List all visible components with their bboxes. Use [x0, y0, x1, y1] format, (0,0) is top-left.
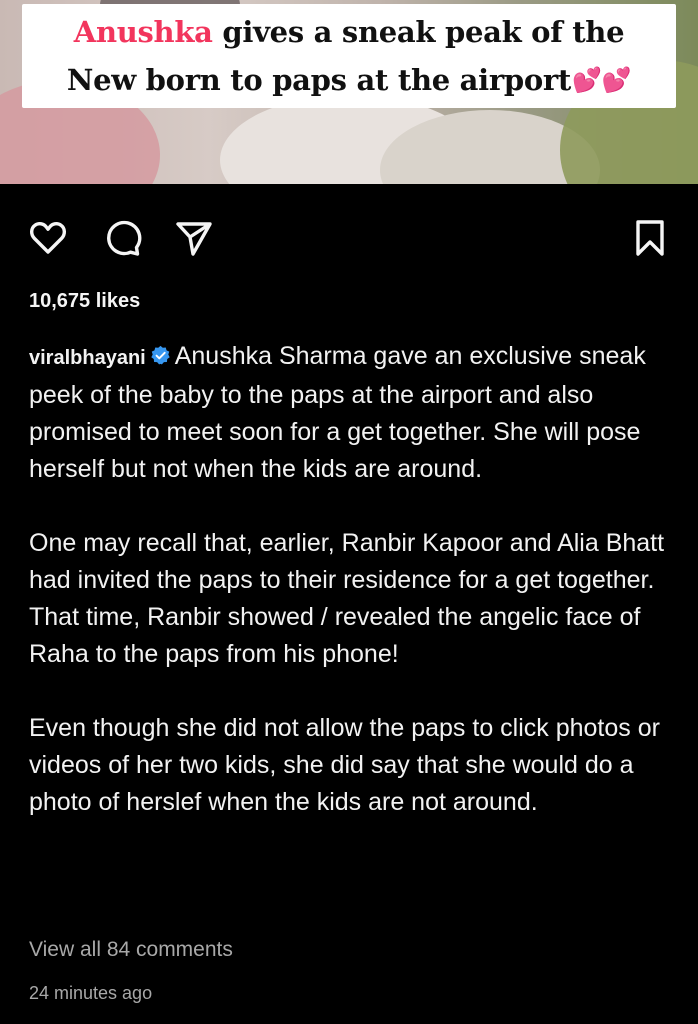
caption-paragraph: viralbhayani Anushka Sharma gave an exclu… [29, 338, 679, 488]
image-headline: Anushka gives a sneak peak of the New bo… [22, 4, 676, 108]
headline-name: Anushka [73, 15, 213, 49]
heart-outline-icon [29, 221, 67, 254]
comment-bubble-icon [107, 220, 142, 256]
bookmark-outline-icon [636, 220, 664, 256]
send-paper-plane-icon [176, 222, 212, 256]
verified-badge-icon [151, 345, 170, 365]
caption-paragraph: Even though she did not allow the paps t… [29, 714, 660, 816]
view-all-comments-link[interactable]: View all 84 comments [29, 938, 233, 962]
headline-line-1-rest: gives a sneak peak of the [212, 15, 625, 49]
share-button[interactable] [174, 218, 214, 258]
headline-line-1: Anushka gives a sneak peak of the [22, 8, 676, 56]
save-button[interactable] [630, 218, 670, 258]
post-image[interactable]: Anushka gives a sneak peak of the New bo… [0, 0, 698, 184]
post-caption: viralbhayani Anushka Sharma gave an exclu… [29, 338, 679, 821]
like-button[interactable] [28, 218, 68, 258]
headline-line-2-text: New born to paps at the airport [66, 63, 571, 97]
caption-paragraph: One may recall that, earlier, Ranbir Kap… [29, 529, 665, 668]
post-action-bar [28, 218, 670, 258]
username-link[interactable]: viralbhayani [29, 347, 146, 369]
two-hearts-icon: 💕💕 [571, 65, 632, 94]
post-timestamp: 24 minutes ago [29, 983, 153, 1003]
comment-button[interactable] [102, 218, 142, 258]
likes-count[interactable]: 10,675 likes [29, 290, 140, 313]
headline-line-2: New born to paps at the airport💕💕 [22, 56, 676, 104]
